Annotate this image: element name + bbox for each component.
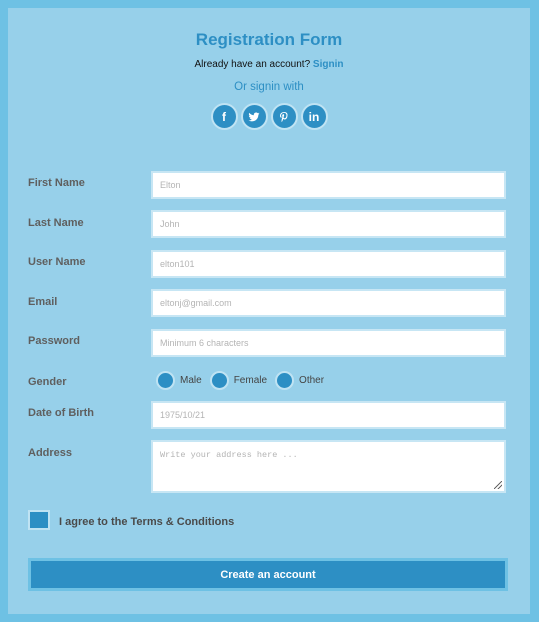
- user-name-input[interactable]: elton101: [151, 250, 506, 278]
- gender-female-radio[interactable]: [209, 371, 229, 390]
- pinterest-icon: [280, 111, 288, 122]
- gender-other-radio[interactable]: [275, 371, 295, 390]
- create-account-button[interactable]: Create an account: [28, 558, 508, 591]
- facebook-icon: f: [222, 109, 226, 124]
- terms-checkbox[interactable]: [28, 510, 50, 530]
- signin-link[interactable]: Signin: [313, 59, 344, 70]
- signin-prompt-text: Already have an account?: [194, 59, 311, 70]
- twitter-icon: [248, 112, 260, 121]
- gender-female-label: Female: [233, 375, 268, 386]
- last-name-input[interactable]: John: [151, 210, 506, 238]
- social-signin-buttons: f in: [8, 103, 530, 130]
- linkedin-button[interactable]: in: [300, 103, 328, 130]
- gender-male-radio[interactable]: [156, 371, 175, 390]
- or-signin-with-text: Or signin with: [234, 81, 304, 93]
- gender-label: Gender: [28, 376, 67, 388]
- create-account-label: Create an account: [220, 568, 316, 581]
- dob-placeholder: 1975/10/21: [160, 410, 206, 420]
- last-name-label: Last Name: [28, 217, 84, 229]
- password-label: Password: [28, 335, 80, 347]
- terms-label: I agree to the Terms & Conditions: [59, 516, 235, 528]
- pinterest-button[interactable]: [270, 103, 298, 130]
- address-textarea[interactable]: Write your address here ...: [151, 440, 506, 493]
- user-name-label: User Name: [28, 256, 86, 268]
- address-placeholder: Write your address here ...: [160, 450, 298, 460]
- twitter-button[interactable]: [240, 103, 268, 130]
- dob-input[interactable]: 1975/10/21: [151, 401, 506, 429]
- signin-prompt: Already have an account? Signin: [8, 59, 530, 70]
- first-name-placeholder: Elton: [160, 180, 181, 190]
- email-label: Email: [28, 296, 58, 308]
- facebook-button[interactable]: f: [210, 103, 238, 130]
- address-label: Address: [28, 447, 73, 459]
- password-input[interactable]: Minimum 6 characters: [151, 329, 506, 357]
- gender-other-label: Other: [299, 375, 325, 386]
- user-name-placeholder: elton101: [160, 259, 195, 269]
- linkedin-icon: in: [308, 109, 320, 124]
- first-name-label: First Name: [28, 177, 85, 189]
- email-placeholder: eltonj@gmail.com: [160, 298, 232, 308]
- password-placeholder: Minimum 6 characters: [160, 338, 249, 348]
- gender-radio-group: Male Female Other: [156, 371, 332, 390]
- dob-label: Date of Birth: [28, 407, 94, 419]
- registration-form-panel: Registration Form Already have an accoun…: [8, 8, 530, 614]
- email-input[interactable]: eltonj@gmail.com: [151, 289, 506, 317]
- form-title: Registration Form: [195, 30, 343, 49]
- last-name-placeholder: John: [160, 219, 180, 229]
- resize-handle-icon[interactable]: [494, 481, 502, 489]
- gender-male-label: Male: [180, 375, 202, 386]
- first-name-input[interactable]: Elton: [151, 171, 506, 199]
